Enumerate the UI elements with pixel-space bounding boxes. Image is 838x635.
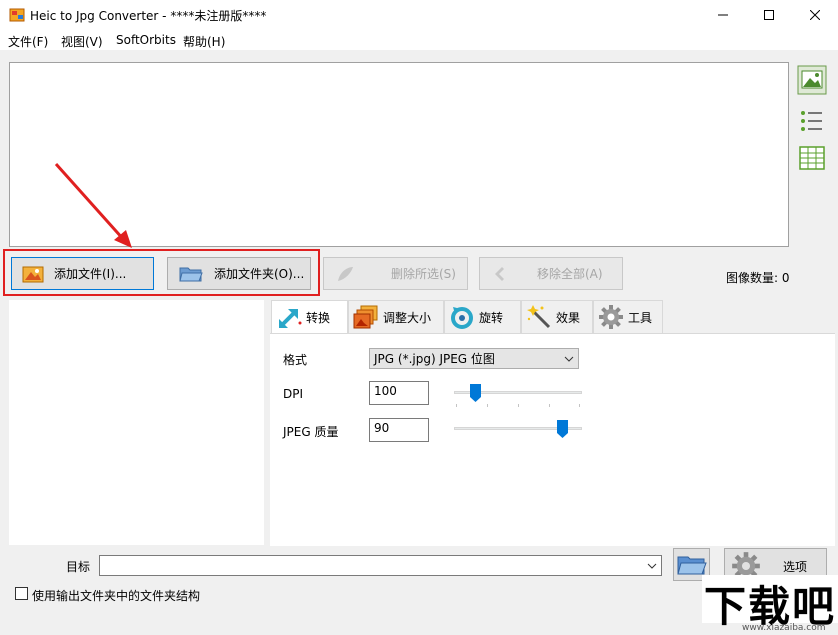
keep-folder-structure-label: 使用输出文件夹中的文件夹结构 <box>32 589 201 603</box>
tab-resize-label: 调整大小 <box>383 310 432 325</box>
convert-settings-panel: 格式 JPG (*.jpg) JPEG 位图 DPI 100 JPEG 质量 9… <box>270 333 835 546</box>
format-select-value: JPG (*.jpg) JPEG 位图 <box>374 352 495 366</box>
tab-resize[interactable]: 调整大小 <box>348 300 444 333</box>
image-count: 图像数量: 0 <box>726 271 790 285</box>
maximize-icon <box>764 10 774 20</box>
menu-view[interactable]: 视图(V) <box>61 33 103 50</box>
magic-wand-icon <box>527 305 551 329</box>
menu-help[interactable]: 帮助(H) <box>183 33 225 50</box>
tab-rotate[interactable]: 旋转 <box>444 300 521 333</box>
remove-all-label: 移除全部(A) <box>537 267 603 281</box>
jpeg-quality-slider[interactable] <box>454 418 582 444</box>
remove-selected-button[interactable]: 删除所选(S) <box>323 257 468 290</box>
dpi-slider-thumb[interactable] <box>470 384 482 402</box>
tab-tools[interactable]: 工具 <box>593 300 663 333</box>
menu-softorbits[interactable]: SoftOrbits <box>116 33 176 47</box>
list-view-icon <box>801 111 822 131</box>
tab-effects-label: 效果 <box>556 310 581 325</box>
app-icon <box>9 8 25 22</box>
jpeg-quality-slider-thumb[interactable] <box>556 420 568 438</box>
gear-icon <box>599 305 623 329</box>
watermark-logo: 下载吧 www.xiazaiba.com <box>702 575 838 635</box>
eraser-icon <box>338 266 353 281</box>
minimize-button[interactable] <box>700 0 746 30</box>
thumbnail-view-button[interactable] <box>797 65 827 95</box>
slider-tick <box>518 404 519 407</box>
remove-selected-label: 删除所选(S) <box>391 267 456 281</box>
jpeg-quality-input[interactable]: 90 <box>369 418 429 442</box>
menu-bar: 文件(F) 视图(V) SoftOrbits 帮助(H) <box>0 30 838 50</box>
close-button[interactable] <box>792 0 838 30</box>
maximize-button[interactable] <box>746 0 792 30</box>
chevron-down-icon[interactable] <box>647 563 657 569</box>
folder-tree[interactable] <box>9 300 264 545</box>
format-select[interactable]: JPG (*.jpg) JPEG 位图 <box>369 348 579 369</box>
resize-images-icon <box>353 305 378 329</box>
slider-tick <box>549 404 550 407</box>
minimize-icon <box>718 14 728 16</box>
convert-arrow-icon <box>279 308 302 328</box>
details-view-button[interactable] <box>797 143 827 173</box>
slider-tick <box>579 404 580 407</box>
annotation-arrow-icon <box>54 162 132 248</box>
slider-tick <box>487 404 488 407</box>
dpi-input[interactable]: 100 <box>369 381 429 405</box>
thumbnail-view-icon <box>797 65 827 95</box>
title-bar: Heic to Jpg Converter - ****未注册版**** <box>0 0 838 30</box>
menu-file[interactable]: 文件(F) <box>8 33 48 50</box>
watermark-url: www.xiazaiba.com <box>742 623 826 633</box>
target-label: 目标 <box>66 560 91 574</box>
remove-all-button[interactable]: 移除全部(A) <box>479 257 623 290</box>
close-icon <box>810 10 820 20</box>
target-folder-input[interactable] <box>99 555 662 576</box>
arrow-left-icon <box>495 266 504 281</box>
tab-convert[interactable]: 转换 <box>271 300 348 334</box>
window-title: Heic to Jpg Converter - ****未注册版**** <box>30 9 267 23</box>
tab-rotate-label: 旋转 <box>479 310 504 325</box>
jpeg-quality-label: JPEG 质量 <box>283 425 339 439</box>
format-label: 格式 <box>283 353 308 367</box>
list-view-button[interactable] <box>797 106 827 136</box>
tab-convert-label: 转换 <box>306 311 331 325</box>
dpi-label: DPI <box>283 387 304 401</box>
chevron-down-icon <box>564 356 574 362</box>
rotate-icon <box>451 307 473 329</box>
dpi-slider[interactable] <box>454 382 582 408</box>
slider-tick <box>456 404 457 407</box>
options-label: 选项 <box>783 559 808 574</box>
grid-view-icon <box>799 146 825 170</box>
annotation-highlight-box <box>3 249 320 296</box>
tab-tools-label: 工具 <box>628 310 653 325</box>
keep-folder-structure-checkbox[interactable] <box>15 587 28 600</box>
tab-effects[interactable]: 效果 <box>521 300 593 333</box>
